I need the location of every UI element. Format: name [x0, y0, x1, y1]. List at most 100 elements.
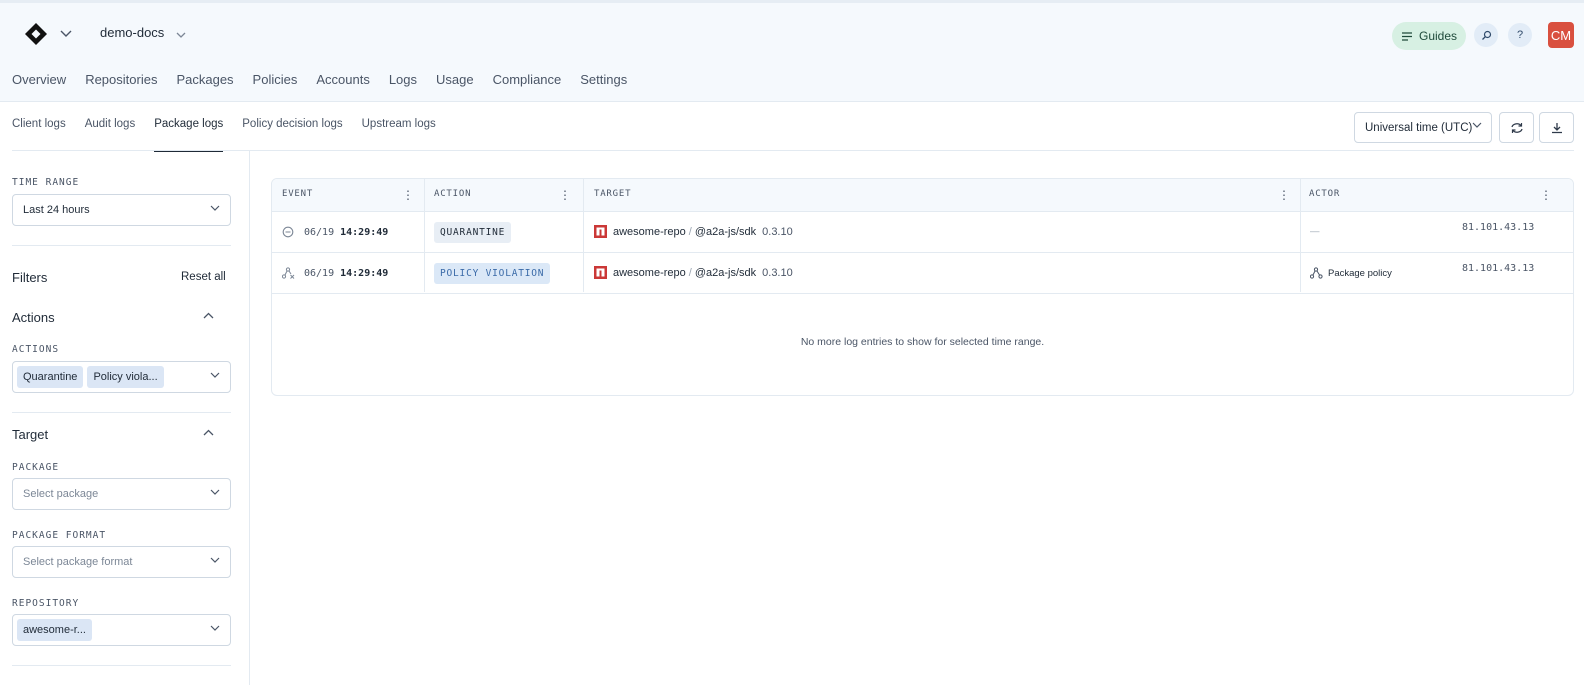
- nav-packages[interactable]: Packages: [176, 72, 233, 87]
- path-separator: /: [688, 225, 692, 238]
- event-time: 14:29:49: [340, 267, 389, 279]
- nav-overview[interactable]: Overview: [12, 72, 66, 87]
- nav-repositories[interactable]: Repositories: [85, 72, 157, 87]
- guides-icon: [1401, 31, 1412, 41]
- actions-select[interactable]: Quarantine Policy viola...: [12, 361, 231, 393]
- target-version: 0.3.10: [762, 225, 793, 238]
- column-menu-icon[interactable]: ⋮: [559, 188, 571, 202]
- chevron-down-icon: [210, 625, 220, 631]
- download-icon: [1551, 122, 1562, 133]
- npm-icon: [594, 266, 607, 279]
- reset-all-button[interactable]: Reset all: [181, 271, 226, 283]
- nav-policies[interactable]: Policies: [253, 72, 298, 87]
- org-switcher-chevron-icon[interactable]: [60, 30, 72, 38]
- table-header: EVENT ⋮ ACTION ⋮ TARGET ⋮ ACTOR ⋮: [272, 179, 1573, 212]
- package-logs-table: EVENT ⋮ ACTION ⋮ TARGET ⋮ ACTOR ⋮ 06/19 …: [271, 178, 1574, 396]
- tab-upstream-logs[interactable]: Upstream logs: [362, 118, 436, 152]
- timezone-select[interactable]: Universal time (UTC): [1354, 112, 1492, 143]
- event-date: 06/19: [304, 226, 335, 238]
- tab-package-logs[interactable]: Package logs: [154, 118, 224, 152]
- tab-audit-logs[interactable]: Audit logs: [85, 118, 136, 152]
- actor-ip: 81.101.43.13: [1462, 222, 1535, 233]
- column-target: TARGET: [594, 189, 632, 199]
- divider: [12, 412, 231, 413]
- actions-label: ACTIONS: [12, 344, 60, 355]
- nav-usage[interactable]: Usage: [436, 72, 474, 87]
- path-separator: /: [688, 266, 692, 279]
- package-format-label: PACKAGE FORMAT: [12, 530, 107, 541]
- divider: [12, 665, 231, 666]
- main-nav: Overview Repositories Packages Policies …: [12, 72, 646, 87]
- actions-section-title[interactable]: Actions: [12, 310, 55, 325]
- column-event: EVENT: [282, 189, 314, 199]
- chevron-down-icon: [210, 372, 220, 378]
- column-actor: ACTOR: [1309, 189, 1341, 199]
- chevron-up-icon[interactable]: [203, 429, 214, 436]
- refresh-icon: [1510, 122, 1523, 133]
- time-range-value: Last 24 hours: [23, 204, 90, 216]
- policy-violation-icon: [282, 267, 295, 279]
- top-header: demo-docs Overview Repositories Packages…: [0, 0, 1584, 102]
- actor-name[interactable]: Package policy: [1328, 268, 1392, 279]
- log-tabs: Client logs Audit logs Package logs Poli…: [12, 118, 455, 152]
- package-format-placeholder: Select package format: [23, 556, 133, 568]
- quarantine-icon: [282, 226, 294, 238]
- target-version: 0.3.10: [762, 266, 793, 279]
- target-repo-link[interactable]: awesome-repo: [613, 267, 686, 279]
- npm-icon: [594, 225, 607, 238]
- chevron-up-icon[interactable]: [203, 312, 214, 319]
- time-range-label: TIME RANGE: [12, 177, 80, 188]
- column-menu-icon[interactable]: ⋮: [1540, 188, 1552, 202]
- guides-button[interactable]: Guides: [1392, 22, 1466, 50]
- app-logo-icon[interactable]: [24, 22, 48, 46]
- package-select[interactable]: Select package: [12, 478, 231, 510]
- time-range-select[interactable]: Last 24 hours: [12, 194, 231, 226]
- nav-settings[interactable]: Settings: [580, 72, 627, 87]
- table-row[interactable]: 06/19 14:29:49 QUARANTINE awesome-repo /…: [272, 212, 1573, 253]
- event-date: 06/19: [304, 267, 335, 279]
- actor-ip: 81.101.43.13: [1462, 263, 1535, 274]
- chevron-down-icon: [210, 205, 220, 211]
- action-badge: POLICY VIOLATION: [434, 263, 551, 284]
- tab-policy-decision-logs[interactable]: Policy decision logs: [242, 118, 342, 152]
- workspace-chevron-icon[interactable]: [176, 32, 186, 39]
- guides-label: Guides: [1418, 29, 1458, 43]
- target-section-title[interactable]: Target: [12, 427, 48, 442]
- target-package-link[interactable]: @a2a-js/sdk: [695, 267, 756, 279]
- package-format-select[interactable]: Select package format: [12, 546, 231, 578]
- avatar[interactable]: CM: [1548, 22, 1574, 48]
- nav-accounts[interactable]: Accounts: [316, 72, 369, 87]
- action-badge: QUARANTINE: [434, 222, 512, 243]
- search-button[interactable]: [1474, 23, 1498, 47]
- download-button[interactable]: [1539, 112, 1574, 143]
- actor-name: —: [1310, 226, 1320, 237]
- help-icon: ?: [1516, 29, 1524, 41]
- chevron-down-icon: [210, 557, 220, 563]
- refresh-button[interactable]: [1499, 112, 1534, 143]
- target-package-link[interactable]: @a2a-js/sdk: [695, 226, 756, 238]
- repository-chip[interactable]: awesome-r...: [17, 619, 92, 641]
- repository-label: REPOSITORY: [12, 598, 80, 609]
- target-repo-link[interactable]: awesome-repo: [613, 226, 686, 238]
- divider: [12, 245, 231, 246]
- workspace-name[interactable]: demo-docs: [100, 25, 164, 40]
- nav-compliance[interactable]: Compliance: [493, 72, 562, 87]
- column-menu-icon[interactable]: ⋮: [402, 188, 414, 202]
- chevron-down-icon: [1472, 122, 1482, 128]
- tab-client-logs[interactable]: Client logs: [12, 118, 66, 152]
- table-row[interactable]: 06/19 14:29:49 POLICY VIOLATION awesome-…: [272, 253, 1573, 294]
- column-menu-icon[interactable]: ⋮: [1278, 188, 1290, 202]
- package-label: PACKAGE: [12, 462, 60, 473]
- help-button[interactable]: ?: [1508, 23, 1532, 47]
- action-chip-quarantine[interactable]: Quarantine: [17, 366, 84, 388]
- empty-state-message: No more log entries to show for selected…: [800, 336, 1045, 348]
- package-policy-icon: [1310, 267, 1323, 279]
- column-action: ACTION: [434, 189, 472, 199]
- repository-select[interactable]: awesome-r...: [12, 614, 231, 646]
- filters-title: Filters: [12, 270, 48, 285]
- nav-logs[interactable]: Logs: [389, 72, 417, 87]
- search-icon: [1481, 30, 1491, 40]
- timezone-value: Universal time (UTC): [1365, 121, 1473, 134]
- package-placeholder: Select package: [23, 488, 99, 500]
- action-chip-policy-violation[interactable]: Policy viola...: [87, 366, 164, 388]
